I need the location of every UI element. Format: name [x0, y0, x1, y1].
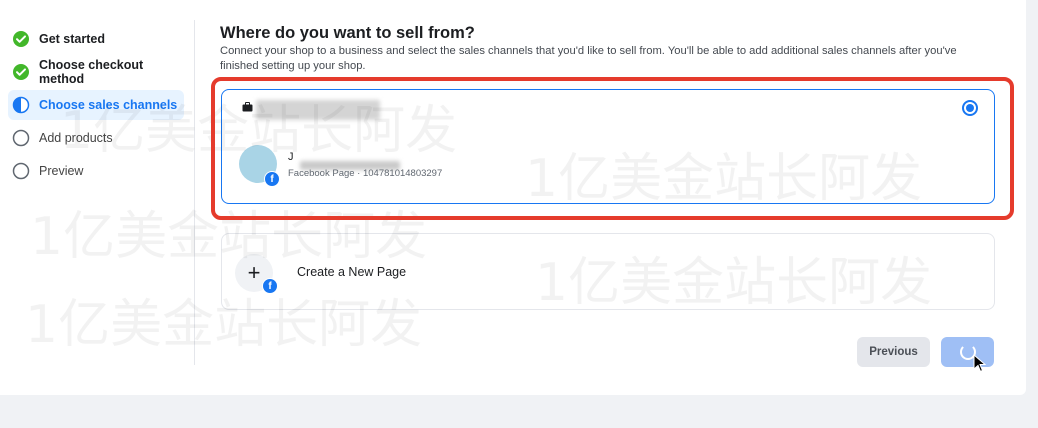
check-circle-icon [13, 64, 29, 80]
pointer-cursor-icon [973, 354, 987, 373]
highlight-frame [211, 77, 1014, 220]
step-choose-sales-channels[interactable]: Choose sales channels [8, 90, 184, 120]
progress-stepper: Get started Choose checkout method Choos… [8, 24, 184, 189]
facebook-badge-icon: f [262, 278, 278, 294]
step-label: Get started [39, 32, 105, 46]
step-label: Preview [39, 164, 84, 178]
page-title: Where do you want to sell from? [220, 24, 475, 42]
page-description: Connect your shop to a business and sele… [220, 45, 957, 72]
create-new-page-option[interactable]: + f Create a New Page [221, 233, 995, 310]
step-label: Choose checkout method [39, 58, 144, 86]
step-add-products[interactable]: Add products [8, 123, 184, 153]
step-preview[interactable]: Preview [8, 156, 184, 186]
empty-circle-icon [12, 162, 30, 180]
empty-circle-icon [12, 129, 30, 147]
previous-button[interactable]: Previous [857, 337, 930, 367]
half-circle-icon [12, 96, 30, 114]
step-choose-checkout-method[interactable]: Choose checkout method [8, 57, 184, 87]
vertical-divider [194, 20, 195, 365]
create-new-page-label: Create a New Page [297, 265, 407, 279]
step-label: Choose sales channels [39, 98, 178, 112]
check-circle-icon [13, 31, 29, 47]
step-get-started[interactable]: Get started [8, 24, 184, 54]
step-label: Add products [39, 131, 113, 145]
